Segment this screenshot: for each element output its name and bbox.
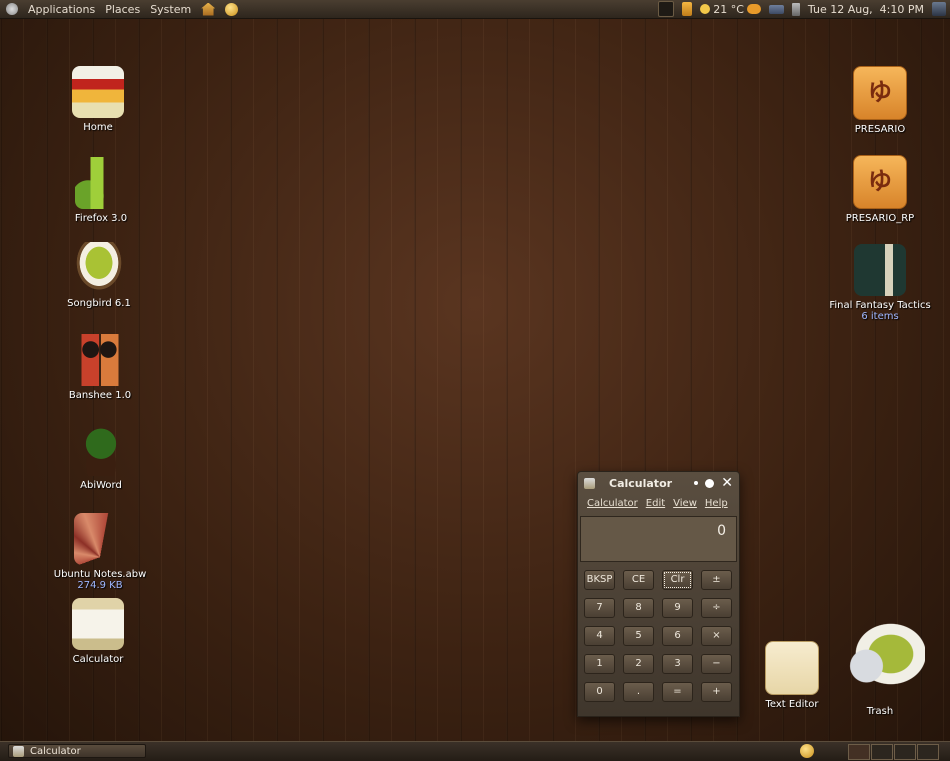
document-icon: [74, 513, 126, 565]
desktop-icon-songbird[interactable]: Songbird 6.1: [44, 242, 154, 309]
window-title: Calculator: [609, 476, 673, 490]
face-launcher-icon[interactable]: [225, 2, 239, 16]
songbird-icon: [73, 242, 125, 294]
digit-4-button[interactable]: 4: [584, 626, 615, 646]
battery-icon[interactable]: [791, 2, 800, 16]
session-icon[interactable]: [932, 2, 946, 16]
desktop-icon-label: Final Fantasy Tactics: [829, 300, 931, 311]
add-button[interactable]: +: [701, 682, 732, 702]
smiley-applet-icon[interactable]: [800, 744, 814, 758]
decimal-point-button[interactable]: .: [623, 682, 654, 702]
calculator-display: 0: [580, 516, 737, 562]
trash-icon: [835, 622, 925, 702]
notes-tray-icon[interactable]: [682, 2, 693, 16]
network-icon[interactable]: [768, 4, 784, 14]
taskbar-calculator-button[interactable]: Calculator: [8, 744, 146, 758]
multiply-button[interactable]: ×: [701, 626, 732, 646]
places-menu[interactable]: Places: [105, 3, 140, 16]
desktop-icon-label: Banshee 1.0: [68, 390, 132, 401]
clear-entry-button[interactable]: CE: [623, 570, 654, 590]
bottom-panel: Calculator: [0, 741, 950, 761]
calculator-menubar: Calculator Edit View Help: [578, 494, 739, 512]
plus-minus-button[interactable]: ±: [701, 570, 732, 590]
digit-7-button[interactable]: 7: [584, 598, 615, 618]
desktop-icon-label: PRESARIO: [854, 124, 906, 135]
desktop-icon-label: Ubuntu Notes.abw: [53, 569, 147, 580]
desktop-icon-label: Trash: [866, 706, 894, 717]
desktop-icon-label: PRESARIO_RP: [845, 213, 915, 224]
desktop-icon-presario[interactable]: ゆ PRESARIO: [825, 66, 935, 135]
abiword-icon: [75, 424, 127, 476]
drive-icon: ゆ: [853, 66, 907, 120]
desktop-icon-final-fantasy-tactics[interactable]: Final Fantasy Tactics 6 items: [825, 244, 935, 322]
clear-button[interactable]: Clr: [662, 570, 693, 590]
divide-button[interactable]: ÷: [701, 598, 732, 618]
desktop-icon-label: AbiWord: [80, 480, 122, 491]
drive-icon: ゆ: [853, 155, 907, 209]
digit-2-button[interactable]: 2: [623, 654, 654, 674]
weather-cloud-icon: [746, 4, 761, 14]
desktop-icon-ubuntu-notes[interactable]: Ubuntu Notes.abw 274.9 KB: [45, 513, 155, 591]
workspace-4[interactable]: [917, 744, 939, 760]
system-menu[interactable]: System: [150, 3, 191, 16]
menu-view[interactable]: View: [673, 498, 697, 509]
subtract-button[interactable]: −: [701, 654, 732, 674]
workspace-1[interactable]: [848, 744, 870, 760]
file-size: 274.9 KB: [77, 580, 123, 591]
backspace-button[interactable]: BKSP: [584, 570, 615, 590]
menu-help[interactable]: Help: [705, 498, 728, 509]
minimize-icon[interactable]: [694, 481, 699, 485]
desktop-icon-banshee[interactable]: Banshee 1.0: [45, 334, 155, 401]
digit-6-button[interactable]: 6: [662, 626, 693, 646]
calculator-window[interactable]: Calculator ✕ Calculator Edit View Help 0…: [577, 471, 740, 717]
text-editor-icon: [765, 641, 819, 695]
menu-edit[interactable]: Edit: [646, 498, 665, 509]
maximize-icon[interactable]: [705, 478, 715, 488]
desktop-icon-calculator[interactable]: Calculator: [43, 598, 153, 665]
calculator-icon: [72, 598, 124, 650]
weather-applet[interactable]: 21 °C: [700, 3, 761, 16]
digit-3-button[interactable]: 3: [662, 654, 693, 674]
digit-9-button[interactable]: 9: [662, 598, 693, 618]
calculator-app-icon: [13, 745, 24, 757]
clock[interactable]: Tue 12 Aug, 4:10 PM: [808, 3, 924, 16]
taskbar-label: Calculator: [30, 745, 81, 757]
digit-8-button[interactable]: 8: [623, 598, 654, 618]
desktop-icon-label: Calculator: [72, 654, 124, 665]
workspace-switcher: [848, 744, 939, 760]
digit-1-button[interactable]: 1: [584, 654, 615, 674]
desktop-icon-firefox[interactable]: Firefox 3.0: [46, 157, 156, 224]
display-value: 0: [717, 523, 726, 539]
top-panel: Applications Places System 21 °C Tue 12 …: [0, 0, 950, 19]
desktop-icon-trash[interactable]: Trash: [825, 622, 935, 717]
keypad: BKSP CE Clr ± 7 8 9 ÷ 4 5 6 × 1 2 3 − 0 …: [578, 570, 739, 702]
desktop-icon-home[interactable]: Home: [43, 66, 153, 133]
digit-5-button[interactable]: 5: [623, 626, 654, 646]
desktop-icon-label: Songbird 6.1: [67, 298, 131, 309]
item-count: 6 items: [861, 311, 899, 322]
tray-app-icon[interactable]: [658, 1, 675, 17]
workspace-2[interactable]: [871, 744, 893, 760]
home-folder-icon: [72, 66, 124, 118]
calculator-app-icon: [584, 477, 595, 489]
weather-sun-icon: [700, 4, 711, 14]
folder-icon: [854, 244, 906, 296]
firefox-icon: [75, 157, 127, 209]
desktop-icon-presario-rp[interactable]: ゆ PRESARIO_RP: [825, 155, 935, 224]
desktop-icon-abiword[interactable]: AbiWord: [46, 424, 156, 491]
close-icon[interactable]: ✕: [721, 476, 733, 490]
desktop-icon-label: Home: [83, 122, 113, 133]
menu-calculator[interactable]: Calculator: [587, 498, 638, 509]
desktop-icon-label: Firefox 3.0: [74, 213, 128, 224]
gnome-foot-icon: [6, 3, 18, 15]
digit-0-button[interactable]: 0: [584, 682, 615, 702]
home-launcher-icon[interactable]: [201, 2, 216, 16]
window-titlebar[interactable]: Calculator ✕: [578, 472, 739, 494]
equals-button[interactable]: =: [662, 682, 693, 702]
banshee-icon: [74, 334, 126, 386]
workspace-3[interactable]: [894, 744, 916, 760]
weather-temperature: 21 °C: [713, 2, 744, 16]
applications-menu[interactable]: Applications: [28, 3, 95, 16]
